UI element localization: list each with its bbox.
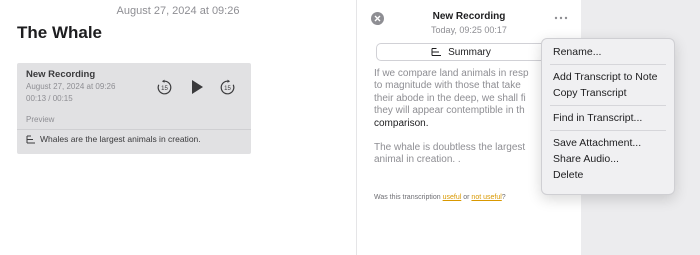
- menu-item-delete[interactable]: Delete: [542, 167, 674, 183]
- skip-forward-seconds: 15: [224, 86, 231, 92]
- card-summary-text: Whales are the largest animals in creati…: [40, 134, 201, 144]
- skip-back-15-button[interactable]: 15: [155, 78, 173, 96]
- feedback-prefix: Was this transcription: [374, 194, 443, 201]
- menu-item-copy-transcript[interactable]: Copy Transcript: [542, 85, 674, 101]
- summary-list-icon: [431, 48, 442, 56]
- not-useful-link[interactable]: not useful: [471, 194, 501, 201]
- menu-item-share-audio[interactable]: Share Audio...: [542, 151, 674, 167]
- recording-attachment-card[interactable]: New Recording August 27, 2024 at 09:26 0…: [17, 63, 251, 154]
- skip-forward-15-button[interactable]: 15: [218, 78, 236, 96]
- menu-separator: [550, 130, 666, 131]
- context-menu: Rename... Add Transcript to Note Copy Tr…: [541, 38, 675, 195]
- play-icon: [192, 80, 203, 94]
- note-pane: August 27, 2024 at 09:26 The Whale New R…: [0, 0, 356, 255]
- menu-item-add-transcript-to-note[interactable]: Add Transcript to Note: [542, 69, 674, 85]
- ellipsis-icon: [554, 16, 568, 20]
- card-summary: Whales are the largest animals in creati…: [26, 134, 201, 144]
- more-options-button[interactable]: [554, 12, 568, 24]
- menu-item-rename[interactable]: Rename...: [542, 44, 674, 60]
- card-divider: [17, 129, 251, 130]
- panel-subtitle: Today, 09:25 00:17: [431, 25, 507, 35]
- menu-item-save-attachment[interactable]: Save Attachment...: [542, 135, 674, 151]
- useful-link[interactable]: useful: [443, 194, 462, 201]
- menu-item-find-in-transcript[interactable]: Find in Transcript...: [542, 110, 674, 126]
- panel-title: New Recording: [432, 11, 506, 22]
- skip-forward-icon: 15: [220, 79, 234, 94]
- summary-button-label: Summary: [448, 46, 491, 58]
- skip-back-seconds: 15: [161, 86, 168, 92]
- recording-time: 00:13 / 00:15: [26, 94, 73, 103]
- play-button[interactable]: [188, 78, 206, 96]
- feedback-or: or: [461, 194, 472, 201]
- recording-name: New Recording: [26, 69, 96, 80]
- note-date: August 27, 2024 at 09:26: [116, 5, 240, 17]
- transcription-feedback: Was this transcription useful or not use…: [374, 194, 506, 201]
- menu-separator: [550, 105, 666, 106]
- skip-back-icon: 15: [157, 79, 171, 94]
- summary-list-icon: [26, 135, 35, 143]
- feedback-suffix: ?: [501, 194, 506, 201]
- note-title[interactable]: The Whale: [17, 23, 102, 43]
- menu-separator: [550, 64, 666, 65]
- summary-button[interactable]: Summary: [376, 43, 546, 61]
- preview-label: Preview: [26, 115, 55, 124]
- recording-date: August 27, 2024 at 09:26: [26, 82, 116, 91]
